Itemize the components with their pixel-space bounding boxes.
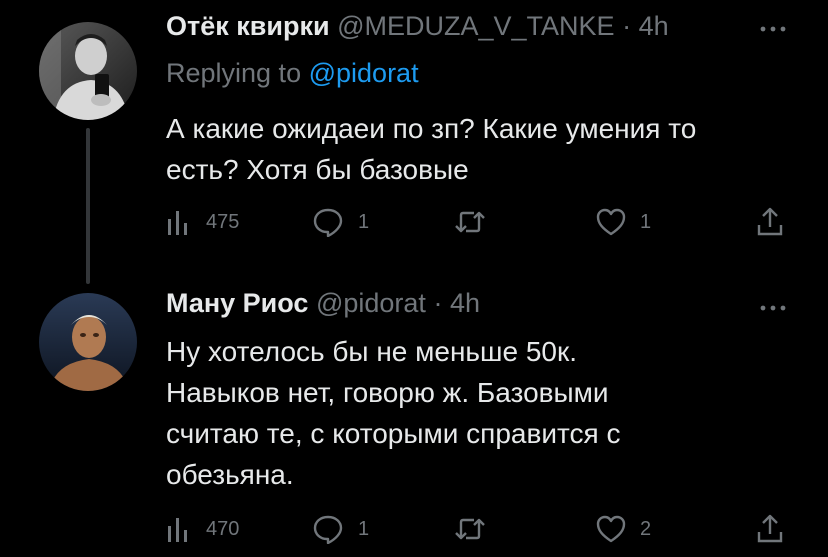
- tweet-text-line: Ну хотелось бы не меньше 50к.: [166, 336, 578, 367]
- tweet-text-line: А какие ожидаеи по зп? Какие умения то: [166, 113, 697, 144]
- reply-count: 1: [358, 517, 370, 540]
- author-handle[interactable]: @MEDUZA_V_TANKE: [337, 11, 614, 41]
- like-icon: [596, 515, 626, 543]
- timestamp[interactable]: 4h: [450, 288, 480, 318]
- separator: ·: [622, 11, 632, 41]
- views-count: 470: [206, 517, 240, 540]
- tweet-header: Ману Риос @pidorat · 4h: [166, 287, 758, 319]
- views-icon: [166, 207, 192, 237]
- author-name[interactable]: Отёк квирки: [166, 11, 330, 41]
- more-icon[interactable]: [758, 300, 788, 311]
- action-bar: 475 1 1: [166, 204, 788, 240]
- reply-action[interactable]: 1: [312, 511, 369, 547]
- avatar-otek-kvirki[interactable]: [39, 22, 137, 120]
- tweet-text-line: Навыков нет, говорю ж. Базовыми: [166, 377, 609, 408]
- retweet-action[interactable]: [454, 511, 500, 547]
- separator: ·: [433, 288, 443, 318]
- thread-line: [86, 128, 90, 284]
- reply-count: 1: [358, 210, 370, 233]
- views-icon: [166, 514, 192, 544]
- like-action[interactable]: 1: [596, 204, 651, 240]
- tweet-2[interactable]: Ману Риос @pidorat · 4h Ну хотелось бы н…: [0, 275, 828, 557]
- tweet-text-line: обезьяна.: [166, 459, 294, 490]
- views-count: 475: [206, 210, 240, 233]
- avatar-manu-rios[interactable]: [39, 293, 137, 391]
- retweet-icon: [454, 516, 486, 542]
- replying-to-mention[interactable]: @pidorat: [309, 58, 419, 88]
- views-action[interactable]: 470: [166, 511, 239, 547]
- replying-prefix: Replying to: [166, 58, 302, 88]
- tweet-1[interactable]: Отёк квирки @MEDUZA_V_TANKE · 4h Replyin…: [0, 0, 828, 284]
- tweet-text: Ну хотелось бы не меньше 50к. Навыков не…: [166, 331, 796, 495]
- reply-icon: [312, 514, 344, 544]
- like-count: 2: [640, 517, 652, 540]
- action-bar: 470 1 2: [166, 511, 788, 547]
- share-icon: [756, 207, 784, 237]
- replying-to: Replying to @pidorat: [166, 57, 419, 89]
- share-action[interactable]: [756, 204, 784, 240]
- like-icon: [596, 208, 626, 236]
- tweet-header: Отёк квирки @MEDUZA_V_TANKE · 4h: [166, 10, 758, 42]
- like-action[interactable]: 2: [596, 511, 651, 547]
- tweet-text-line: считаю те, с которыми справится с: [166, 418, 621, 449]
- share-icon: [756, 514, 784, 544]
- tweet-text-line: есть? Хотя бы базовые: [166, 154, 469, 185]
- more-icon[interactable]: [758, 21, 788, 32]
- timestamp[interactable]: 4h: [639, 11, 669, 41]
- retweet-action[interactable]: [454, 204, 500, 240]
- reply-action[interactable]: 1: [312, 204, 369, 240]
- author-name[interactable]: Ману Риос: [166, 288, 308, 318]
- share-action[interactable]: [756, 511, 784, 547]
- reply-icon: [312, 207, 344, 237]
- author-handle[interactable]: @pidorat: [316, 288, 426, 318]
- like-count: 1: [640, 210, 652, 233]
- views-action[interactable]: 475: [166, 204, 239, 240]
- tweet-text: А какие ожидаеи по зп? Какие умения то е…: [166, 108, 796, 190]
- retweet-icon: [454, 209, 486, 235]
